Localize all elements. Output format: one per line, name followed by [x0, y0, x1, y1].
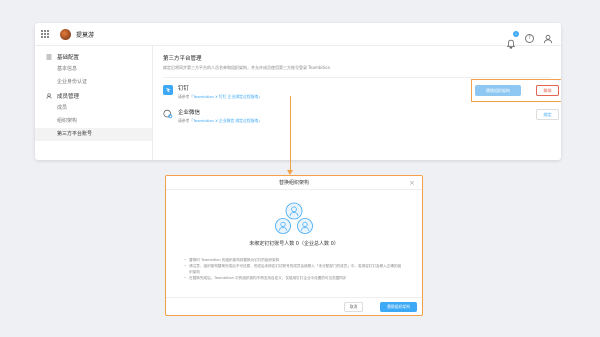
platform-row-dingtalk: 钉钉 请参考「Teambition X 钉钉 企业绑定过程指南」 替换组织架构 …	[163, 79, 561, 106]
cancel-button[interactable]: 取消	[344, 302, 363, 312]
platform-row-wecom: 企业微信 请参考「Teambition X 企业微信 绑定过程指南」 绑定	[163, 108, 559, 130]
platform-guide-prefix: 请参考	[178, 118, 190, 123]
sidebar-group-label: 基础配置	[57, 54, 80, 61]
sidebar-item-org-structure[interactable]: 组织架构	[35, 115, 152, 128]
dialog-headline: 未绑定钉钉账号人数 0（企业总人数 0）	[249, 241, 339, 247]
platform-guide-link[interactable]: 「Teambition X 钉钉 企业绑定过程指南」	[189, 94, 262, 99]
sidebar-item-third-party-accounts[interactable]: 第三方平台账号	[35, 128, 152, 141]
org-logo	[60, 28, 71, 40]
org-structure-illustration	[275, 202, 313, 234]
wecom-icon	[163, 109, 173, 119]
app-grid-icon[interactable]	[41, 29, 50, 39]
page-description: 绑定后将同步第三方平台的人员名单和组织架构，并允许成员使用第三方账号登录 Tea…	[163, 65, 331, 70]
sidebar-item-basic-info[interactable]: 基本信息	[35, 63, 152, 76]
replace-org-structure-button[interactable]: 替换组织架构	[475, 85, 521, 96]
replace-org-dialog: 替换组织架构 × 未绑定钉钉账号人数 0（企业总人数 0） 替换时 Teambi…	[165, 175, 423, 316]
dingtalk-icon	[163, 85, 173, 95]
platform-name: 企业微信	[178, 110, 201, 116]
notice-item: 在替换完成后，Teambition 中的组织架构不再支持自定义，仅能用钉钉企业中…	[184, 275, 404, 281]
settings-list-icon	[46, 54, 52, 59]
sidebar-group-basic[interactable]: 基础配置	[35, 50, 152, 63]
notice-list: 替换时 Teambition 的组织架构将替换为钉钉的组织架构 请注意，组织架构…	[166, 257, 422, 281]
sidebar-group-members[interactable]: 成员管理	[35, 89, 152, 102]
app-window: 提莫游 1 ? 基础配置 基本信息 企业身份认证 成员管理 成员 组织架构 第三…	[35, 23, 561, 160]
platform-guide-link[interactable]: 「Teambition X 企业微信 绑定过程指南」	[189, 118, 262, 123]
sidebar-item-enterprise-auth[interactable]: 企业身份认证	[35, 76, 152, 89]
bind-button[interactable]: 绑定	[536, 109, 559, 120]
platform-guide-prefix: 请参考	[178, 94, 190, 99]
connector-line	[290, 96, 291, 172]
sidebar-item-members[interactable]: 成员	[35, 102, 152, 115]
dialog-header: 替换组织架构 ×	[166, 176, 422, 190]
dialog-footer: 取消 替换组织架构	[166, 297, 422, 315]
confirm-replace-button[interactable]: 替换组织架构	[380, 302, 417, 312]
member-icon	[46, 92, 52, 99]
help-icon[interactable]: ?	[525, 34, 534, 43]
sidebar: 基础配置 基本信息 企业身份认证 成员管理 成员 组织架构 第三方平台账号	[35, 46, 153, 160]
notice-item: 请注意，组织架构替换完成后不可还原，完成后未绑定钉钉账号的成员会被移入「未分配部…	[184, 263, 404, 275]
notification-badge: 1	[513, 30, 519, 37]
close-icon[interactable]: ×	[409, 176, 415, 190]
platform-name: 钉钉	[178, 86, 190, 92]
notification-bell-icon[interactable]: 1	[506, 30, 519, 49]
main-content: 第三方平台管理 绑定后将同步第三方平台的人员名单和组织架构，并允许成员使用第三方…	[153, 46, 561, 160]
top-bar: 提莫游 1 ?	[35, 23, 561, 49]
dialog-title: 替换组织架构	[278, 180, 309, 186]
divider	[163, 77, 551, 78]
org-name[interactable]: 提莫游	[76, 30, 94, 39]
sidebar-group-label: 成员管理	[57, 93, 80, 100]
page-title: 第三方平台管理	[163, 56, 202, 62]
unbind-button[interactable]: 解绑	[536, 85, 559, 96]
